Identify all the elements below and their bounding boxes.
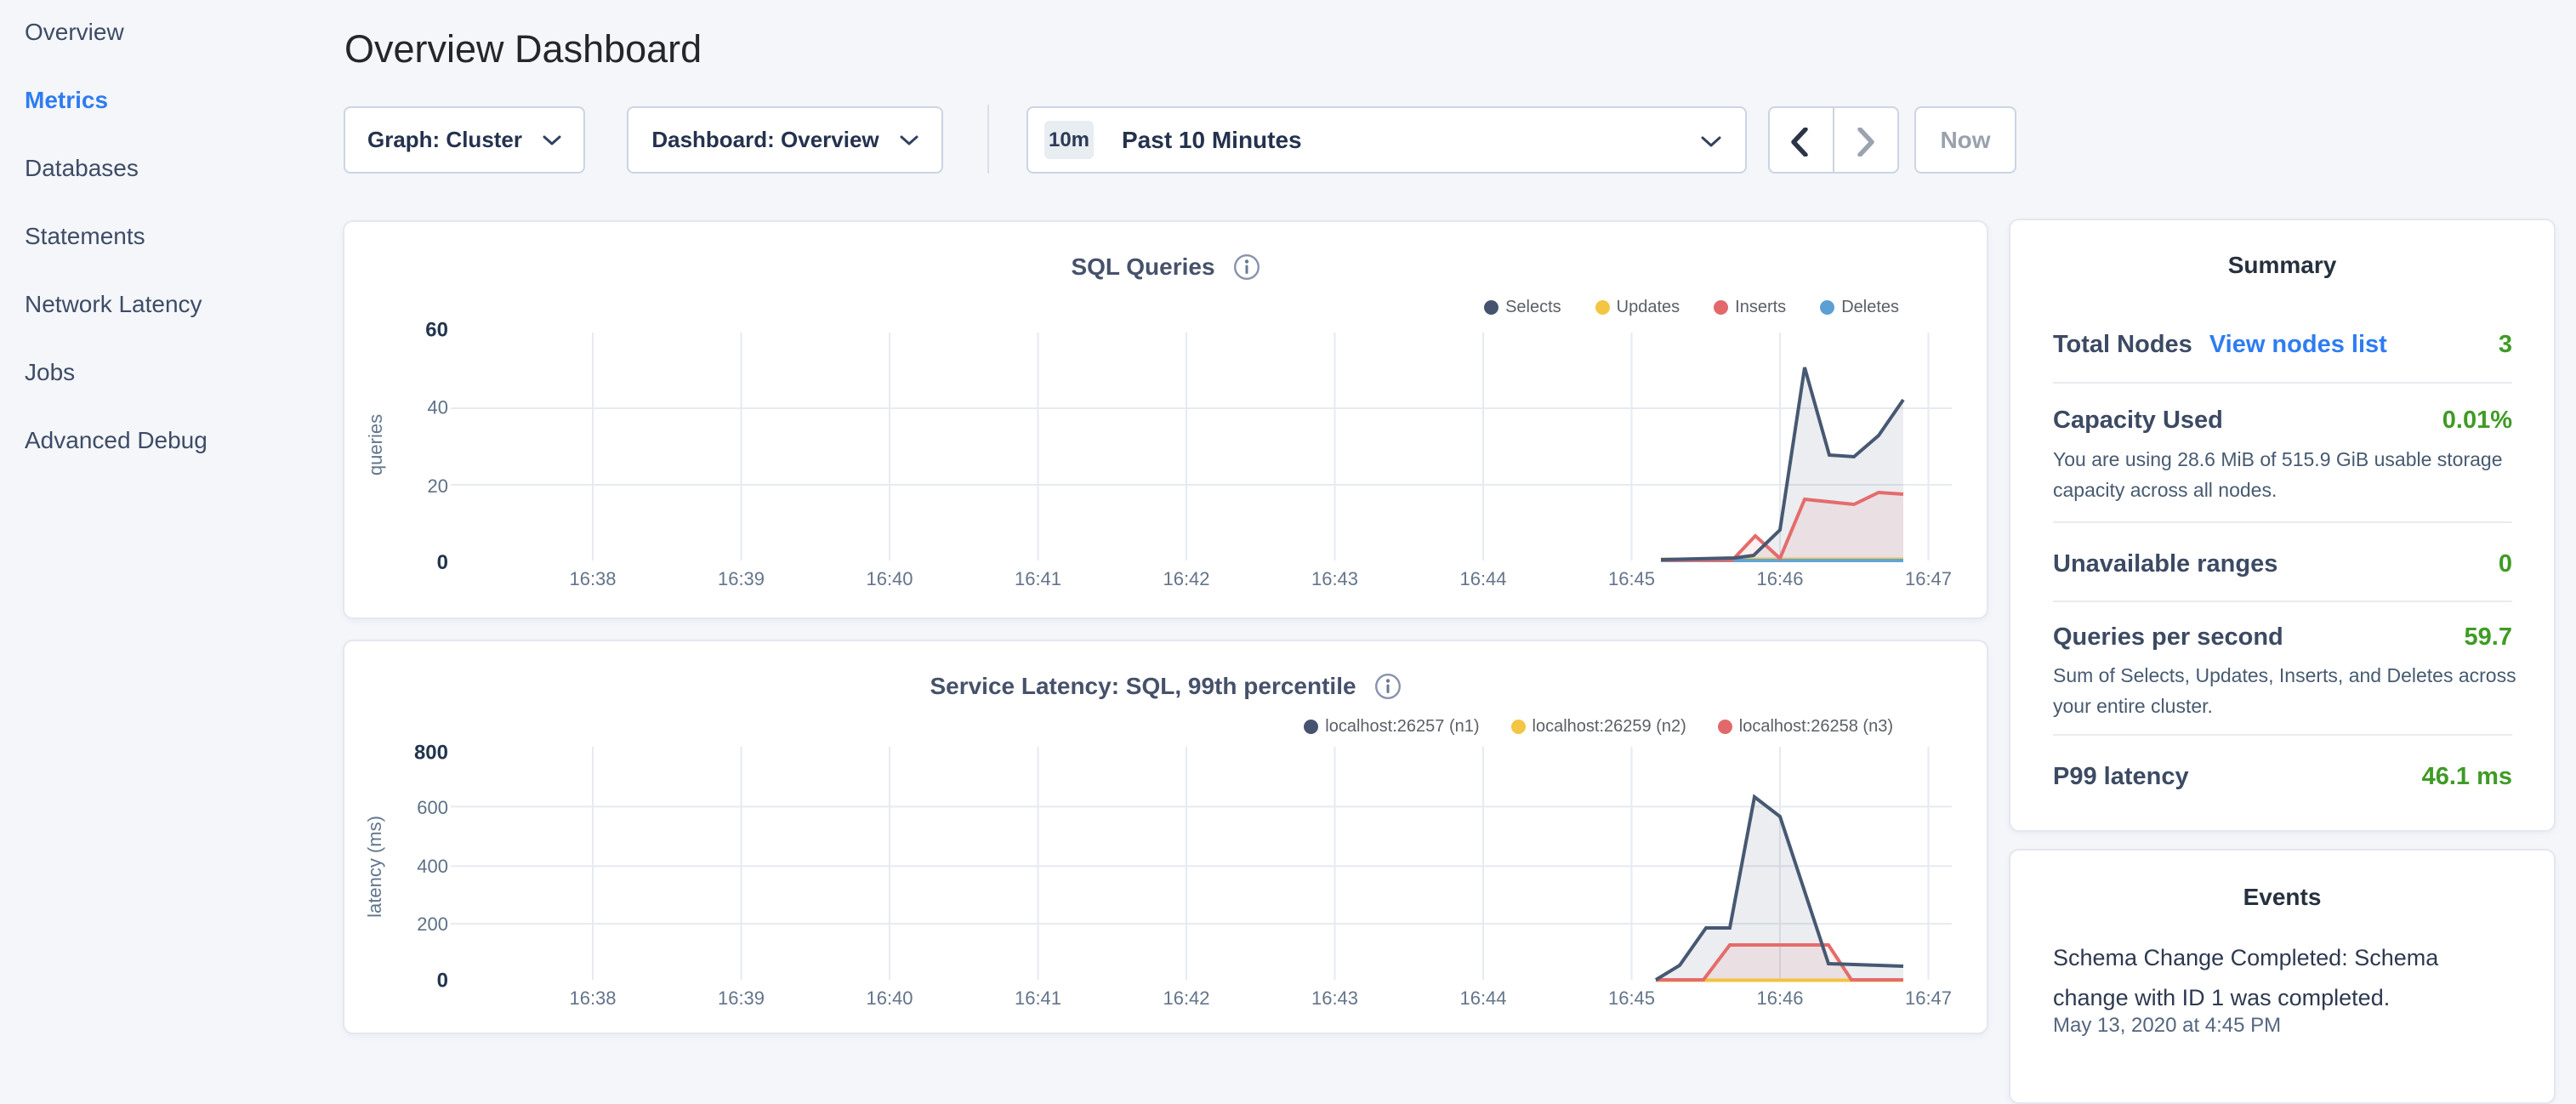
svg-text:16:44: 16:44 xyxy=(1459,568,1506,589)
svg-text:16:44: 16:44 xyxy=(1459,987,1506,1009)
svg-text:16:45: 16:45 xyxy=(1608,568,1655,589)
svg-text:40: 40 xyxy=(428,397,448,418)
svg-text:400: 400 xyxy=(417,856,448,877)
svg-text:queries: queries xyxy=(365,414,386,475)
svg-text:200: 200 xyxy=(417,913,448,935)
svg-text:600: 600 xyxy=(417,797,448,818)
svg-text:16:38: 16:38 xyxy=(569,568,616,589)
svg-text:16:46: 16:46 xyxy=(1756,568,1803,589)
svg-text:20: 20 xyxy=(428,475,448,497)
svg-text:16:42: 16:42 xyxy=(1163,568,1209,589)
svg-text:60: 60 xyxy=(425,319,448,342)
svg-text:16:39: 16:39 xyxy=(718,568,765,589)
svg-text:16:43: 16:43 xyxy=(1311,987,1358,1009)
svg-text:16:42: 16:42 xyxy=(1163,987,1209,1009)
svg-text:0: 0 xyxy=(437,970,448,993)
svg-text:16:38: 16:38 xyxy=(569,987,616,1009)
svg-text:16:43: 16:43 xyxy=(1311,568,1358,589)
svg-text:16:40: 16:40 xyxy=(866,987,913,1009)
svg-text:16:41: 16:41 xyxy=(1015,987,1061,1009)
svg-text:800: 800 xyxy=(414,742,448,765)
svg-text:16:47: 16:47 xyxy=(1905,987,1952,1009)
svg-text:latency (ms): latency (ms) xyxy=(364,816,385,918)
svg-text:16:45: 16:45 xyxy=(1608,987,1655,1009)
svg-text:16:46: 16:46 xyxy=(1756,987,1803,1009)
svg-text:16:39: 16:39 xyxy=(718,987,765,1009)
svg-text:16:41: 16:41 xyxy=(1015,568,1061,589)
svg-text:0: 0 xyxy=(437,551,448,574)
svg-text:16:47: 16:47 xyxy=(1905,568,1952,589)
svg-text:16:40: 16:40 xyxy=(866,568,913,589)
